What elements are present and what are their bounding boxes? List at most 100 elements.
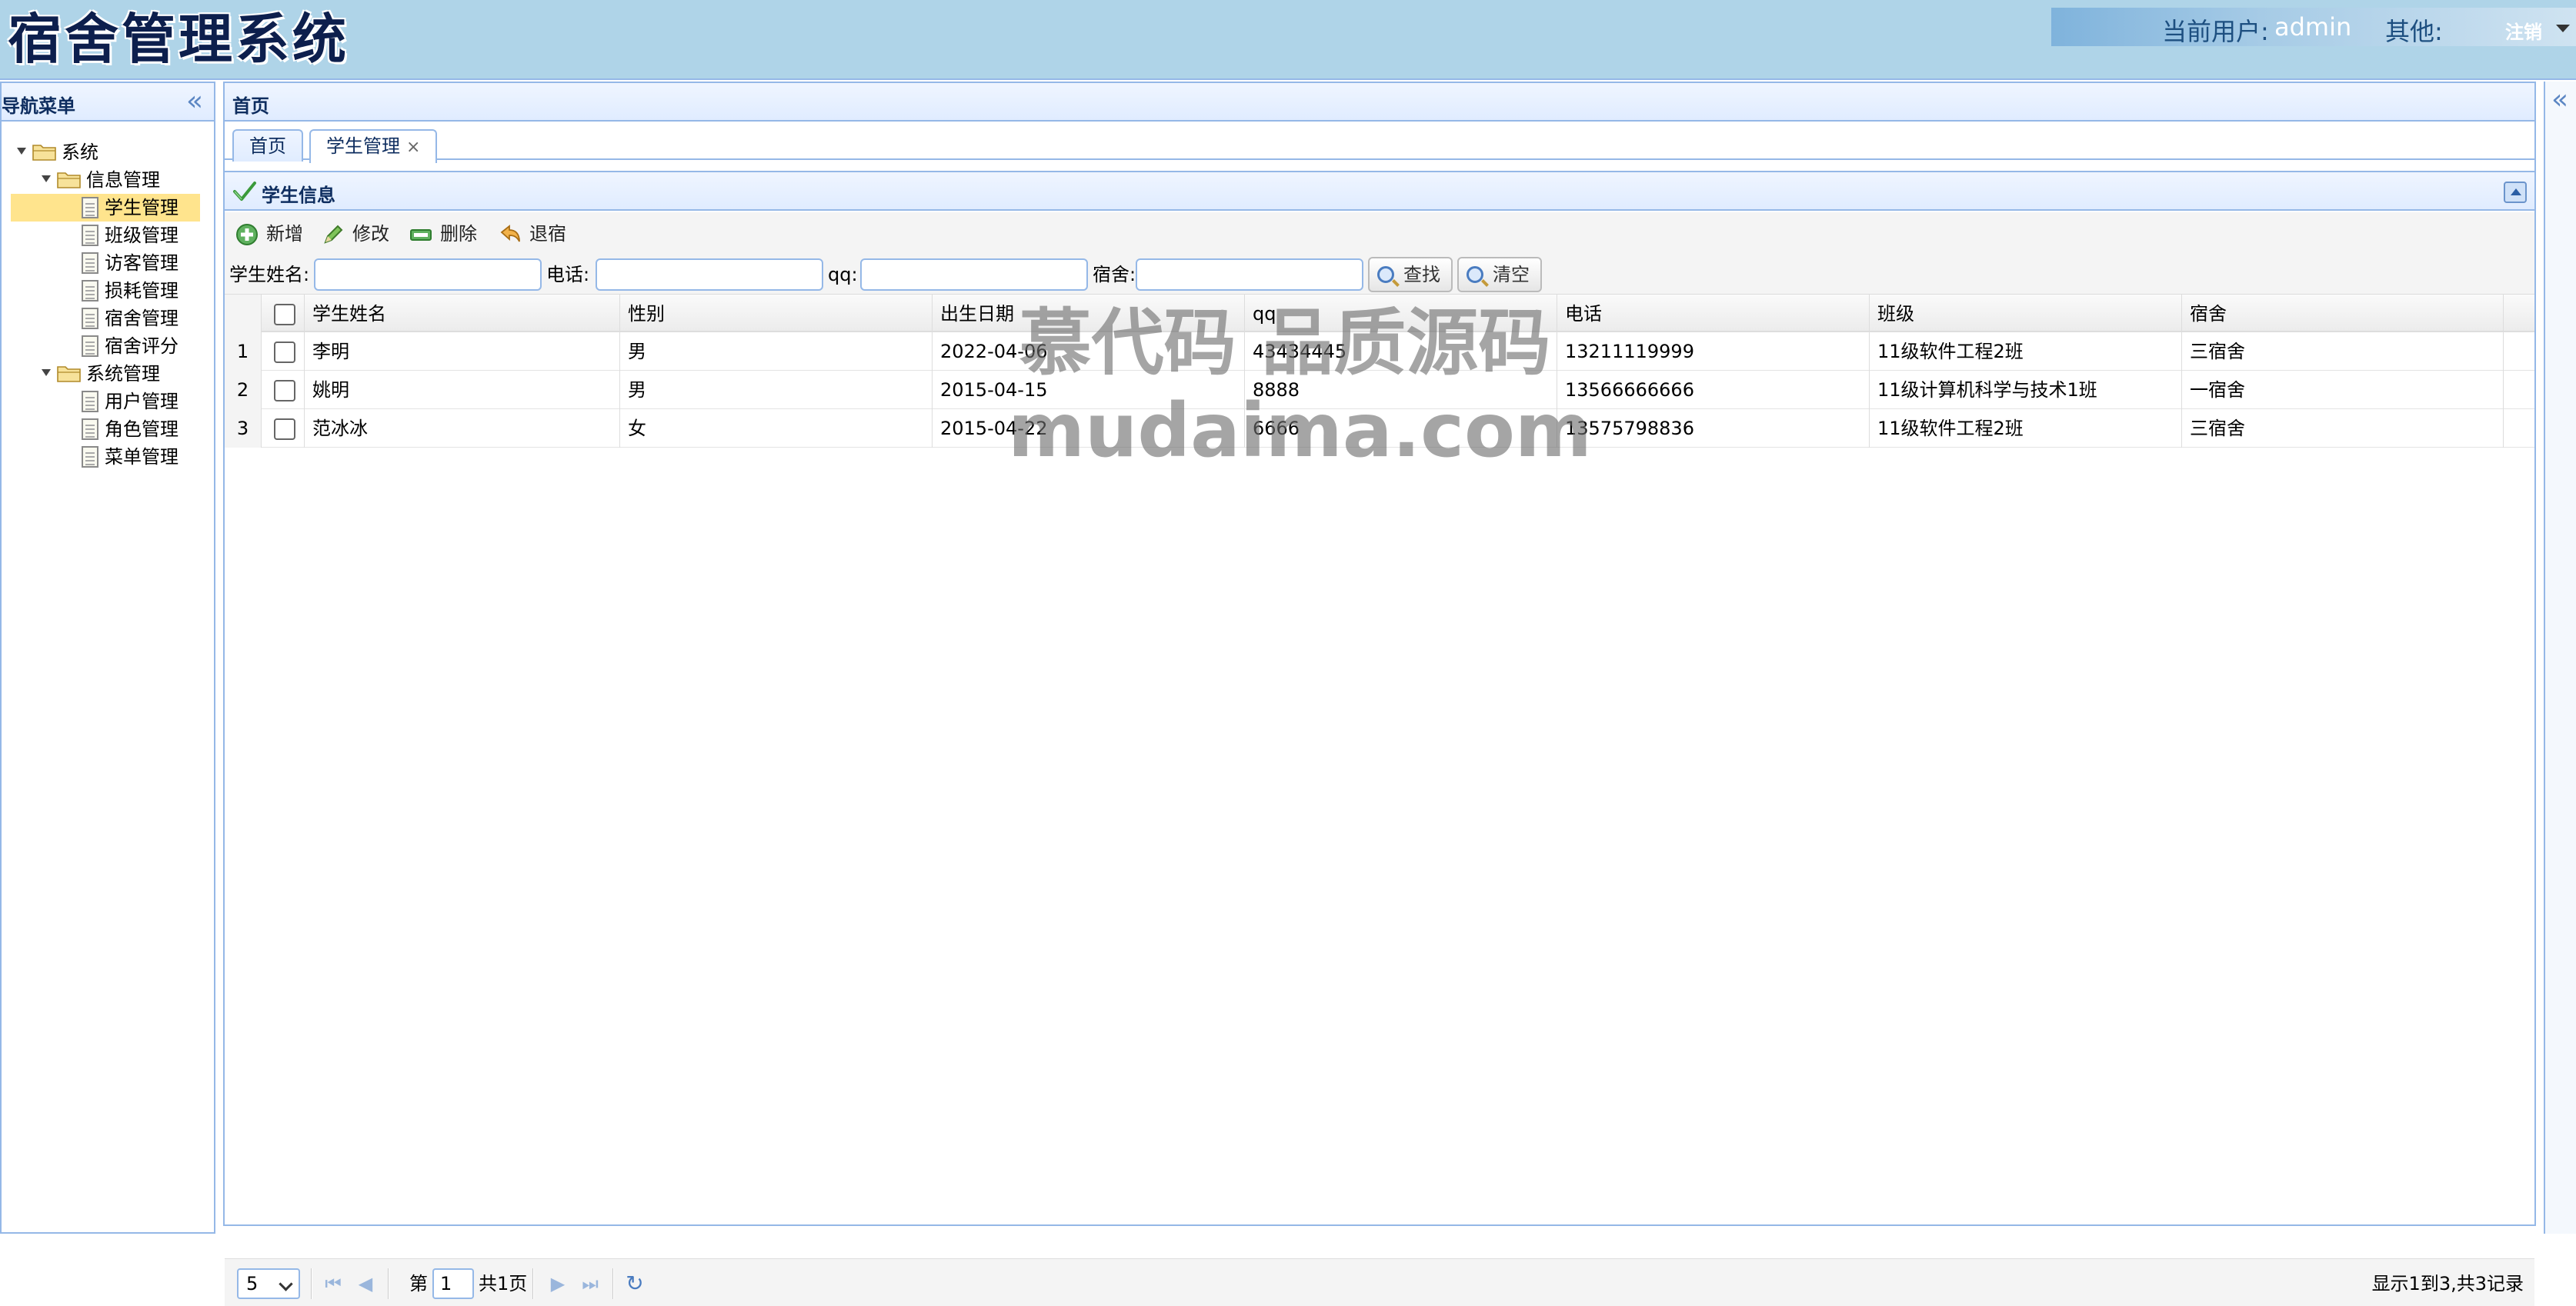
table-cell: 11级软件工程2班	[1870, 332, 2182, 371]
table-cell: 三宿舍	[2182, 332, 2504, 371]
expand-arrow-icon[interactable]	[42, 175, 51, 182]
main-panel: 首页 首页 学生管理 × 学生信息 新增 修改 删除 退宿 学生姓名: 电话: …	[223, 82, 2536, 1306]
file-icon	[82, 252, 98, 274]
tree-node[interactable]: 宿舍管理	[2, 305, 214, 332]
tree-node-label: 用户管理	[105, 391, 179, 412]
tree-node-label: 系统管理	[86, 363, 160, 385]
tree-node[interactable]: 学生管理	[2, 194, 214, 222]
file-icon	[82, 446, 98, 468]
delete-button-label: 删除	[440, 223, 477, 245]
app-title: 宿舍管理系统	[8, 7, 349, 71]
row-number: 3	[225, 409, 262, 448]
student-name-input[interactable]	[314, 258, 542, 291]
pager-separator	[311, 1268, 312, 1299]
tree-node[interactable]: 损耗管理	[2, 277, 214, 305]
nav-panel-header: 导航菜单 «	[2, 83, 214, 122]
table-cell: 8888	[1245, 371, 1557, 409]
column-header[interactable]: 电话	[1557, 295, 1870, 333]
column-header[interactable]: 班级	[1870, 295, 2182, 333]
column-header[interactable]: 宿舍	[2182, 295, 2504, 333]
table-cell: 6666	[1245, 409, 1557, 448]
tree-node[interactable]: 访客管理	[2, 249, 214, 277]
prev-page-icon[interactable]: ◀	[355, 1273, 375, 1294]
chevron-down-icon[interactable]	[2556, 25, 2570, 32]
file-icon	[82, 391, 98, 412]
dorm-input[interactable]	[1136, 258, 1363, 291]
phone-input[interactable]	[596, 258, 823, 291]
pagination-bar: 5 ⏮ ◀ 第 1 共1页 ▶ ⏭ ↻ 显示1到3,共3记录	[225, 1258, 2534, 1306]
row-number: 2	[225, 371, 262, 409]
tree-node-label: 损耗管理	[105, 280, 179, 302]
tree-node[interactable]: 信息管理	[2, 166, 214, 194]
student-table: 学生姓名 性别 出生日期 qq 电话 班级 宿舍 1 李明男 2022-04-06 43434445…	[225, 294, 2534, 448]
table-row[interactable]: 1 李明男 2022-04-06 43434445 13211119999 11级软件工程…	[225, 332, 2534, 371]
tree-node[interactable]: 宿舍评分	[2, 332, 214, 360]
row-checkbox[interactable]	[274, 418, 295, 440]
expand-arrow-icon[interactable]	[17, 148, 26, 155]
select-all-checkbox[interactable]	[274, 304, 295, 325]
column-header[interactable]: qq	[1245, 295, 1557, 333]
collapse-panel-icon[interactable]	[2504, 182, 2527, 203]
tab-home[interactable]: 首页	[232, 129, 303, 162]
row-checkbox[interactable]	[274, 380, 295, 401]
undo-arrow-icon	[500, 225, 520, 242]
tab-close-icon[interactable]: ×	[406, 138, 420, 157]
logout-button[interactable]: 注销	[2505, 17, 2542, 44]
tree-node-label: 系统	[62, 142, 98, 163]
table-header-row: 学生姓名 性别 出生日期 qq 电话 班级 宿舍	[225, 294, 2534, 333]
tree-node[interactable]: 用户管理	[2, 388, 214, 415]
table-cell: 李明	[305, 332, 620, 371]
column-header[interactable]: 性别	[620, 295, 933, 333]
table-row[interactable]: 2 姚明男 2015-04-15 8888 13566666666 11级计算机科学与技术…	[225, 371, 2534, 409]
row-number-header	[225, 295, 262, 333]
tree-node[interactable]: 菜单管理	[2, 443, 214, 471]
collapse-right-icon[interactable]: «	[2551, 85, 2568, 115]
collapse-left-icon[interactable]: «	[186, 86, 203, 117]
other-label: 其他:	[2385, 17, 2443, 46]
qq-label: qq:	[828, 264, 858, 285]
last-page-icon[interactable]: ⏭	[580, 1273, 600, 1294]
pencil-icon	[324, 225, 343, 244]
table-cell: 43434445	[1245, 332, 1557, 371]
tree-node-label: 学生管理	[105, 197, 179, 218]
tree-node[interactable]: 系统	[2, 138, 214, 166]
column-header[interactable]: 学生姓名	[305, 295, 620, 333]
find-button[interactable]: 查找	[1368, 257, 1453, 292]
tree-node[interactable]: 系统管理	[2, 360, 214, 388]
main-panel-header: 首页	[225, 83, 2534, 122]
qq-input[interactable]	[860, 258, 1088, 291]
first-page-icon[interactable]: ⏮	[323, 1273, 343, 1294]
tab-student-management[interactable]: 学生管理 ×	[309, 129, 438, 163]
table-cell: 男	[620, 371, 933, 409]
main-panel-title: 首页	[232, 95, 269, 117]
row-checkbox[interactable]	[274, 341, 295, 363]
nav-panel-title: 导航菜单	[2, 95, 75, 117]
table-cell: 11级软件工程2班	[1870, 409, 2182, 448]
table-cell: 13575798836	[1557, 409, 1870, 448]
table-cell: 范冰冰	[305, 409, 620, 448]
column-header[interactable]: 出生日期	[933, 295, 1245, 333]
tree-node[interactable]: 班级管理	[2, 222, 214, 249]
app-header: 宿舍管理系统 当前用户: admin 其他: 注销	[0, 0, 2576, 80]
page-size-select[interactable]: 5	[237, 1268, 300, 1299]
expand-arrow-icon[interactable]	[42, 369, 51, 376]
table-cell: 女	[620, 409, 933, 448]
row-number: 1	[225, 332, 262, 371]
tree-node-label: 菜单管理	[105, 446, 179, 468]
clear-button[interactable]: 清空	[1457, 257, 1542, 292]
right-collapse-strip: «	[2544, 82, 2576, 1234]
table-cell: 2015-04-22	[933, 409, 1245, 448]
grid-title: 学生信息	[262, 185, 335, 206]
next-page-icon[interactable]: ▶	[548, 1273, 568, 1294]
tab-bar: 首页 学生管理 ×	[225, 122, 2534, 163]
table-row[interactable]: 3 范冰冰女 2015-04-22 6666 13575798836 11级软件工程2班三…	[225, 409, 2534, 448]
add-button-label: 新增	[266, 223, 303, 245]
refresh-icon[interactable]: ↻	[625, 1273, 645, 1294]
table-cell: 姚明	[305, 371, 620, 409]
phone-label: 电话:	[546, 264, 590, 285]
file-icon	[82, 280, 98, 302]
table-cell: 三宿舍	[2182, 409, 2504, 448]
page-number-input[interactable]: 1	[432, 1268, 474, 1299]
folder-icon	[32, 145, 56, 161]
tree-node[interactable]: 角色管理	[2, 415, 214, 443]
